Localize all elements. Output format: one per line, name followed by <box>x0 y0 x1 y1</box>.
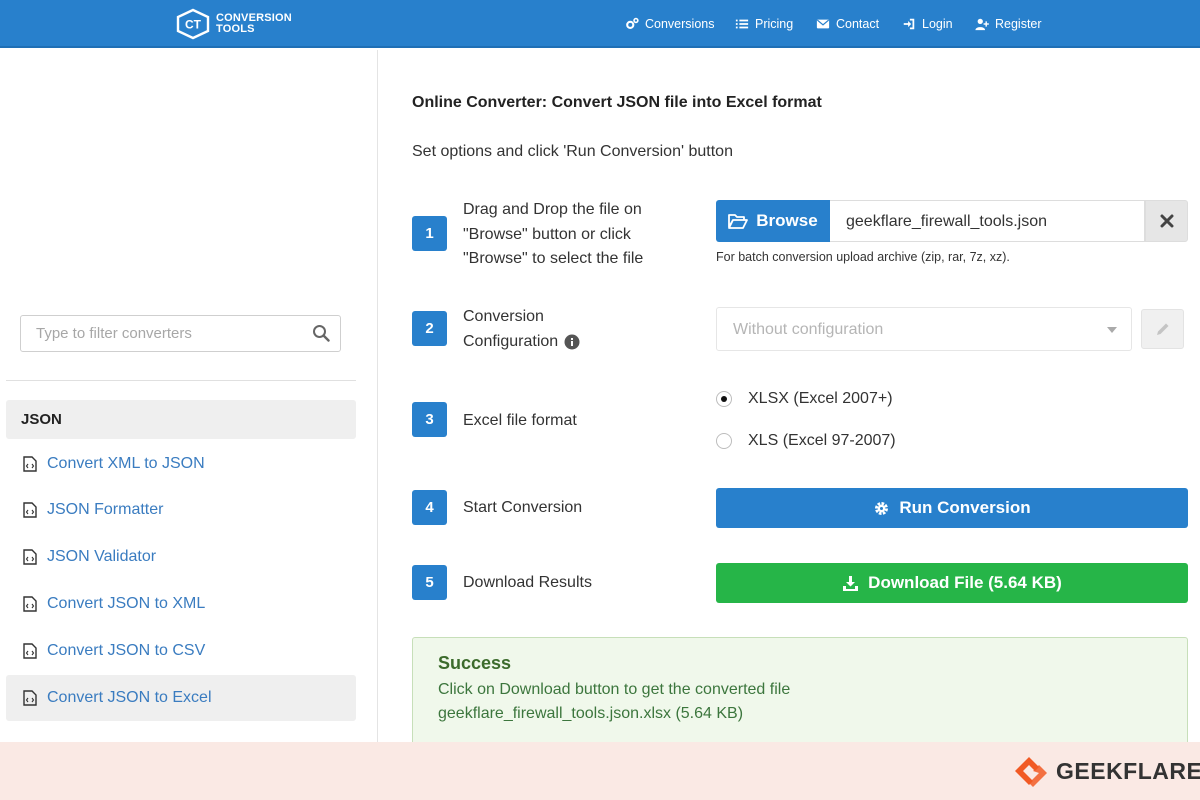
download-label: Download File (5.64 KB) <box>868 573 1062 592</box>
sidebar-item-convert-xml-to-json[interactable]: Convert XML to JSON <box>6 441 356 487</box>
format-label: XLSX (Excel 2007+) <box>748 390 893 407</box>
sidebar-item-json-validator[interactable]: JSON Validator <box>6 534 356 580</box>
close-icon <box>1160 214 1173 228</box>
selected-file-field[interactable]: geekflare_firewall_tools.json <box>830 200 1145 242</box>
sidebar-item-json-formatter[interactable]: JSON Formatter <box>6 487 356 533</box>
nav-login[interactable]: Login <box>902 0 953 48</box>
nav-label: Conversions <box>645 17 715 31</box>
filter-converters-input[interactable] <box>21 316 306 351</box>
brand-line-2: TOOLS <box>216 23 255 35</box>
list-icon <box>735 19 749 29</box>
radio-xlsx[interactable] <box>716 391 732 407</box>
top-navbar: CT CONVERSION TOOLS Conversions Pricing … <box>0 0 1200 48</box>
brand-logo[interactable]: CT CONVERSION TOOLS <box>174 8 292 40</box>
sidebar: JSON Convert XML to JSON JSON Formatter … <box>0 50 378 742</box>
code-file-icon <box>23 643 37 659</box>
search-icon[interactable] <box>312 324 330 342</box>
success-alert: Success Click on Download button to get … <box>412 637 1188 747</box>
sidebar-item-label: Convert JSON to CSV <box>47 642 206 659</box>
nav-label: Contact <box>836 17 880 31</box>
sidebar-item-label: JSON Validator <box>47 548 157 565</box>
sidebar-item-label: Convert JSON to Excel <box>47 689 212 706</box>
sidebar-category-json[interactable]: JSON <box>6 400 356 439</box>
configuration-value: Without configuration <box>733 321 884 338</box>
nav-label: Register <box>995 17 1042 31</box>
sidebar-item-label: Convert XML to JSON <box>47 455 205 472</box>
svg-text:CT: CT <box>185 18 202 32</box>
batch-hint: For batch conversion upload archive (zip… <box>716 250 1010 264</box>
code-file-icon <box>23 690 37 706</box>
nav-contact[interactable]: Contact <box>816 0 879 48</box>
filter-box <box>20 315 341 352</box>
sidebar-divider <box>6 380 356 381</box>
code-file-icon <box>23 456 37 472</box>
sidebar-item-convert-json-to-excel[interactable]: Convert JSON to Excel <box>6 675 356 721</box>
nav-label: Login <box>922 17 953 31</box>
step-number-1: 1 <box>412 216 447 251</box>
download-icon <box>843 575 859 591</box>
gear-icon <box>875 501 889 515</box>
step-number-2: 2 <box>412 311 447 346</box>
format-option-xls[interactable]: XLS (Excel 97-2007) <box>716 432 896 450</box>
step-number-3: 3 <box>412 402 447 437</box>
nav-label: Pricing <box>755 17 794 31</box>
radio-xls[interactable] <box>716 433 732 449</box>
alert-filename: geekflare_firewall_tools.json.xlsx (5.64… <box>438 705 744 722</box>
step-label-4: Start Conversion <box>463 499 583 516</box>
format-option-xlsx[interactable]: XLSX (Excel 2007+) <box>716 390 893 408</box>
watermark-text: GEEKFLARE <box>1056 757 1200 784</box>
alert-message: Click on Download button to get the conv… <box>438 681 791 698</box>
code-file-icon <box>23 596 37 612</box>
browse-button[interactable]: Browse <box>716 200 830 242</box>
chevron-down-icon <box>1107 327 1117 333</box>
code-file-icon <box>23 502 37 518</box>
sidebar-item-label: Convert JSON to XML <box>47 595 206 612</box>
cogs-icon <box>626 17 639 29</box>
pencil-icon <box>1156 323 1168 335</box>
watermark-strip: GEEKFLARE <box>0 742 1200 800</box>
sidebar-item-label: JSON Formatter <box>47 501 164 518</box>
user-plus-icon <box>975 18 989 31</box>
info-icon[interactable] <box>564 334 580 350</box>
envelope-icon <box>816 19 830 29</box>
configuration-select[interactable]: Without configuration <box>716 307 1132 351</box>
page-subtitle: Set options and click 'Run Conversion' b… <box>412 143 733 160</box>
folder-open-icon <box>728 214 749 229</box>
step-label-2: Conversion Configuration <box>463 305 580 354</box>
step-number-4: 4 <box>412 490 447 525</box>
ct-logo-icon: CT <box>174 8 212 40</box>
download-file-button[interactable]: Download File (5.64 KB) <box>716 563 1188 603</box>
geekflare-logo-icon <box>1015 757 1047 787</box>
run-label: Run Conversion <box>899 498 1031 517</box>
clear-file-button[interactable] <box>1145 200 1188 242</box>
nav-conversions[interactable]: Conversions <box>625 0 714 48</box>
edit-configuration-button[interactable] <box>1141 309 1184 349</box>
geekflare-watermark: GEEKFLARE <box>1014 755 1200 787</box>
format-label: XLS (Excel 97-2007) <box>748 432 896 449</box>
browse-label: Browse <box>756 211 818 230</box>
nav-register[interactable]: Register <box>975 0 1042 48</box>
page-title: Online Converter: Convert JSON file into… <box>412 94 822 111</box>
sign-in-icon <box>903 18 915 30</box>
run-conversion-button[interactable]: Run Conversion <box>716 488 1188 528</box>
sidebar-item-convert-json-to-xml[interactable]: Convert JSON to XML <box>6 581 356 627</box>
step-label-5: Download Results <box>463 574 592 591</box>
sidebar-item-convert-json-to-csv[interactable]: Convert JSON to CSV <box>6 628 356 674</box>
step-label-3: Excel file format <box>463 412 577 429</box>
step-number-5: 5 <box>412 565 447 600</box>
code-file-icon <box>23 549 37 565</box>
nav-pricing[interactable]: Pricing <box>735 0 793 48</box>
step-label-1: Drag and Drop the file on "Browse" butto… <box>463 201 644 267</box>
alert-heading: Success <box>438 653 512 673</box>
